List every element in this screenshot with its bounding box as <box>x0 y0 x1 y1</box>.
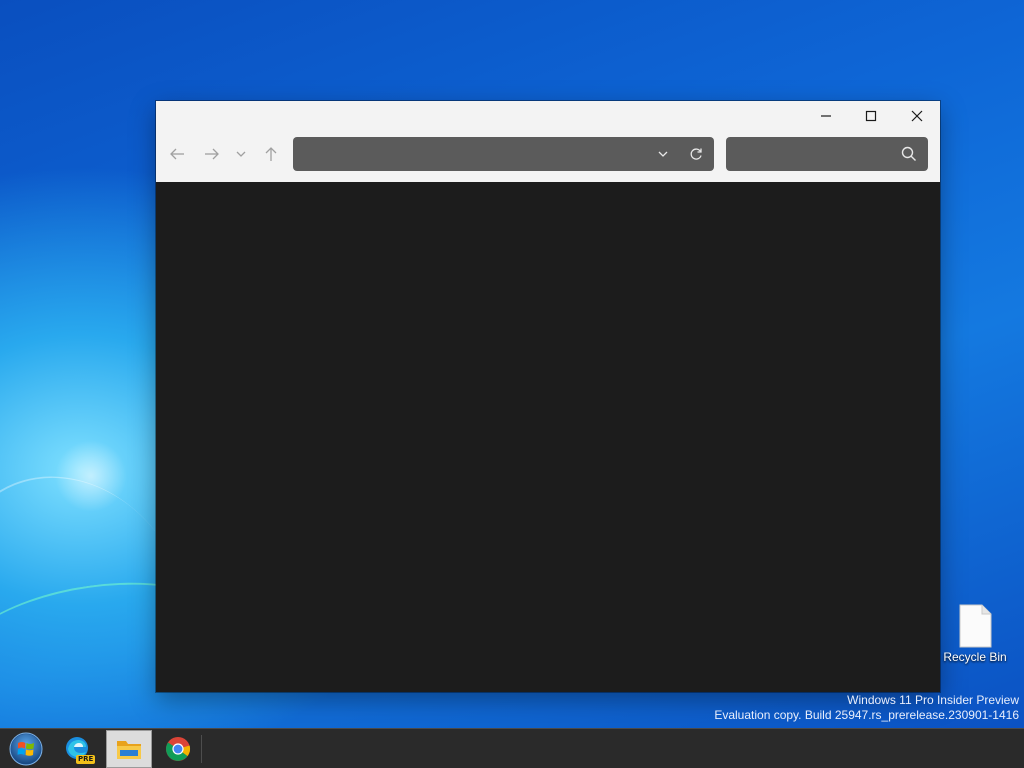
back-button[interactable] <box>164 141 190 167</box>
watermark-line-2: Evaluation copy. Build 25947.rs_prerelea… <box>714 708 1019 722</box>
desktop-icon-recycle-bin[interactable]: Recycle Bin <box>940 604 1010 668</box>
up-arrow-icon <box>265 147 277 161</box>
taskbar-edge-preview[interactable]: PRE <box>60 730 96 768</box>
refresh-icon <box>690 148 702 160</box>
file-explorer-window[interactable] <box>156 101 940 692</box>
maximize-button[interactable] <box>848 101 894 131</box>
forward-arrow-icon <box>205 148 219 160</box>
back-arrow-icon <box>170 148 184 160</box>
close-icon <box>911 110 923 122</box>
address-dropdown-button[interactable] <box>654 145 672 163</box>
chrome-icon <box>166 737 191 761</box>
recycle-bin-icon <box>959 604 992 648</box>
search-button[interactable] <box>900 145 918 163</box>
windows-orb-icon <box>9 732 43 766</box>
search-icon <box>901 146 916 161</box>
up-button[interactable] <box>258 141 284 167</box>
address-bar[interactable] <box>293 137 714 171</box>
chevron-down-icon <box>658 151 668 157</box>
forward-button[interactable] <box>199 141 225 167</box>
taskbar-file-explorer[interactable] <box>106 730 152 768</box>
taskbar-separator <box>201 735 202 763</box>
minimize-icon <box>821 115 831 117</box>
navigation-toolbar <box>156 131 940 182</box>
close-button[interactable] <box>894 101 940 131</box>
refresh-button[interactable] <box>687 145 705 163</box>
recent-locations-button[interactable] <box>230 141 252 167</box>
content-pane[interactable] <box>156 182 940 692</box>
desktop: Recycle Bin Windows 11 Pro Insider Previ… <box>0 0 1024 728</box>
search-box[interactable] <box>726 137 928 171</box>
evaluation-watermark: Windows 11 Pro Insider Preview Evaluatio… <box>714 693 1019 723</box>
maximize-icon <box>865 110 877 122</box>
edge-preview-badge: PRE <box>76 755 96 764</box>
taskbar: PRE <box>0 728 1024 768</box>
minimize-button[interactable] <box>803 101 849 131</box>
watermark-line-1: Windows 11 Pro Insider Preview <box>847 693 1019 707</box>
recent-locations-chevron-icon <box>236 151 246 157</box>
title-bar[interactable] <box>156 101 940 131</box>
folder-icon <box>117 741 141 759</box>
start-button[interactable] <box>4 730 48 768</box>
taskbar-chrome[interactable] <box>158 730 198 768</box>
desktop-icon-label: Recycle Bin <box>943 650 1007 664</box>
